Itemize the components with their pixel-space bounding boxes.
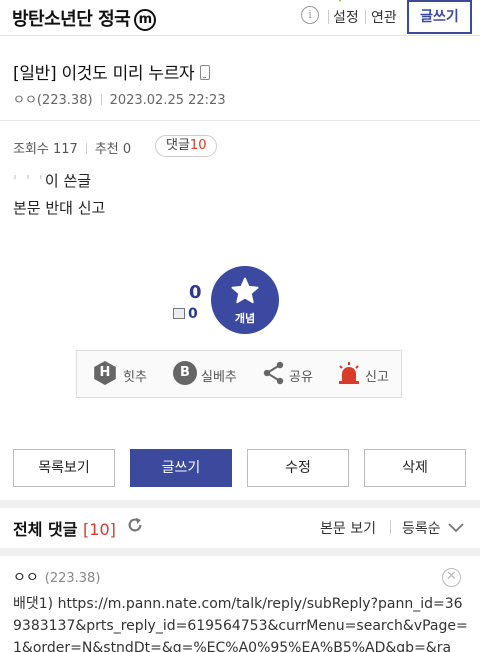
hit-icon: H — [94, 361, 116, 385]
post-body-line: 본문 반대 신고 — [13, 199, 106, 217]
comments-count: [10] — [83, 520, 116, 539]
obscured-text: ' ' ' — [13, 172, 45, 190]
best-icon: B — [173, 361, 197, 385]
fixed-upvote-count: 0 — [188, 306, 198, 322]
comments-title: 전체 댓글 — [13, 520, 78, 539]
star-icon — [231, 277, 259, 304]
upvote-label: 개념 — [234, 312, 256, 325]
hit-label: 힛추 — [123, 370, 147, 385]
related-link[interactable]: 연관 — [371, 7, 397, 27]
top-bar: 방탄소년단 정국 m i 설정 연관 글쓰기 — [0, 0, 480, 36]
share-toolbar: H 힛추 B 실베추 공유 신고 — [76, 350, 402, 398]
section-divider — [0, 548, 480, 556]
refresh-icon[interactable] — [126, 516, 144, 534]
list-button[interactable]: 목록보기 — [13, 449, 115, 487]
divider — [0, 120, 480, 121]
info-icon[interactable]: i — [301, 6, 319, 24]
section-divider — [0, 500, 480, 508]
post-datetime: 2023.02.25 22:23 — [109, 93, 226, 108]
comment-author-ip: (223.38) — [44, 571, 101, 586]
report-label: 신고 — [365, 370, 389, 385]
comment-author-name[interactable]: ㅇㅇ — [13, 570, 39, 586]
settings-link[interactable]: 설정 — [333, 7, 359, 27]
post-author[interactable]: ㅇㅇ(223.38) — [13, 93, 93, 108]
siren-icon — [339, 362, 359, 384]
view-count: 조회수 117 — [13, 142, 78, 157]
recommend-count: 추천 0 — [94, 142, 132, 157]
post-title: [일반] 이것도 미리 누르자 — [13, 59, 211, 84]
best-label: 실베추 — [201, 370, 237, 385]
divider — [390, 520, 391, 534]
delete-button[interactable]: 삭제 — [364, 449, 466, 487]
post-title-text: [일반] 이것도 미리 누르자 — [13, 64, 195, 84]
divider — [365, 10, 366, 24]
close-icon[interactable]: ✕ — [442, 568, 461, 587]
write-button[interactable]: 글쓰기 — [130, 449, 232, 487]
comment-author: ㅇㅇ (223.38) — [13, 567, 100, 587]
chevron-down-icon — [448, 523, 464, 533]
sort-label: 등록순 — [402, 521, 441, 537]
comment-text: 배댓1) https://m.pann.nate.com/talk/reply/… — [13, 596, 468, 652]
divider — [328, 10, 329, 24]
gallery-title-text: 방탄소년단 정국 — [12, 9, 131, 30]
reply-count-button[interactable]: 댓글10 — [155, 135, 218, 157]
gallery-title[interactable]: 방탄소년단 정국 m — [12, 5, 157, 31]
write-button-top[interactable]: 글쓰기 — [407, 0, 472, 34]
share-icon — [263, 361, 284, 385]
fixed-upvote: 0 — [173, 306, 198, 322]
comments-heading: 전체 댓글 [10] — [13, 516, 116, 540]
share-button[interactable]: 공유 — [263, 361, 319, 387]
new-indicator-icon — [337, 0, 343, 2]
post-meta: ㅇㅇ(223.38) 2023.02.25 22:23 — [13, 89, 226, 108]
edit-button[interactable]: 수정 — [247, 449, 349, 487]
post-body-line: ' ' '이 쓴글 — [13, 170, 91, 191]
reply-count: 10 — [189, 138, 207, 153]
upvote-count: 0 — [189, 282, 202, 303]
reply-label: 댓글 — [166, 138, 190, 153]
minor-gallery-icon: m — [134, 9, 157, 31]
body-view-button[interactable]: 본문 보기 — [320, 518, 376, 538]
body-text-1: 이 쓴글 — [44, 172, 92, 190]
mobile-icon — [200, 65, 211, 80]
best-recommend-button[interactable]: B 실베추 — [173, 361, 243, 387]
hit-recommend-button[interactable]: H 힛추 — [93, 361, 153, 387]
sort-dropdown[interactable]: 등록순 — [402, 518, 464, 538]
report-button[interactable]: 신고 — [337, 361, 393, 387]
upvote-button[interactable]: 개념 — [211, 266, 279, 334]
fixed-user-icon — [173, 308, 185, 319]
share-label: 공유 — [289, 370, 313, 385]
post-stats: 조회수 117 추천 0 — [13, 138, 131, 157]
